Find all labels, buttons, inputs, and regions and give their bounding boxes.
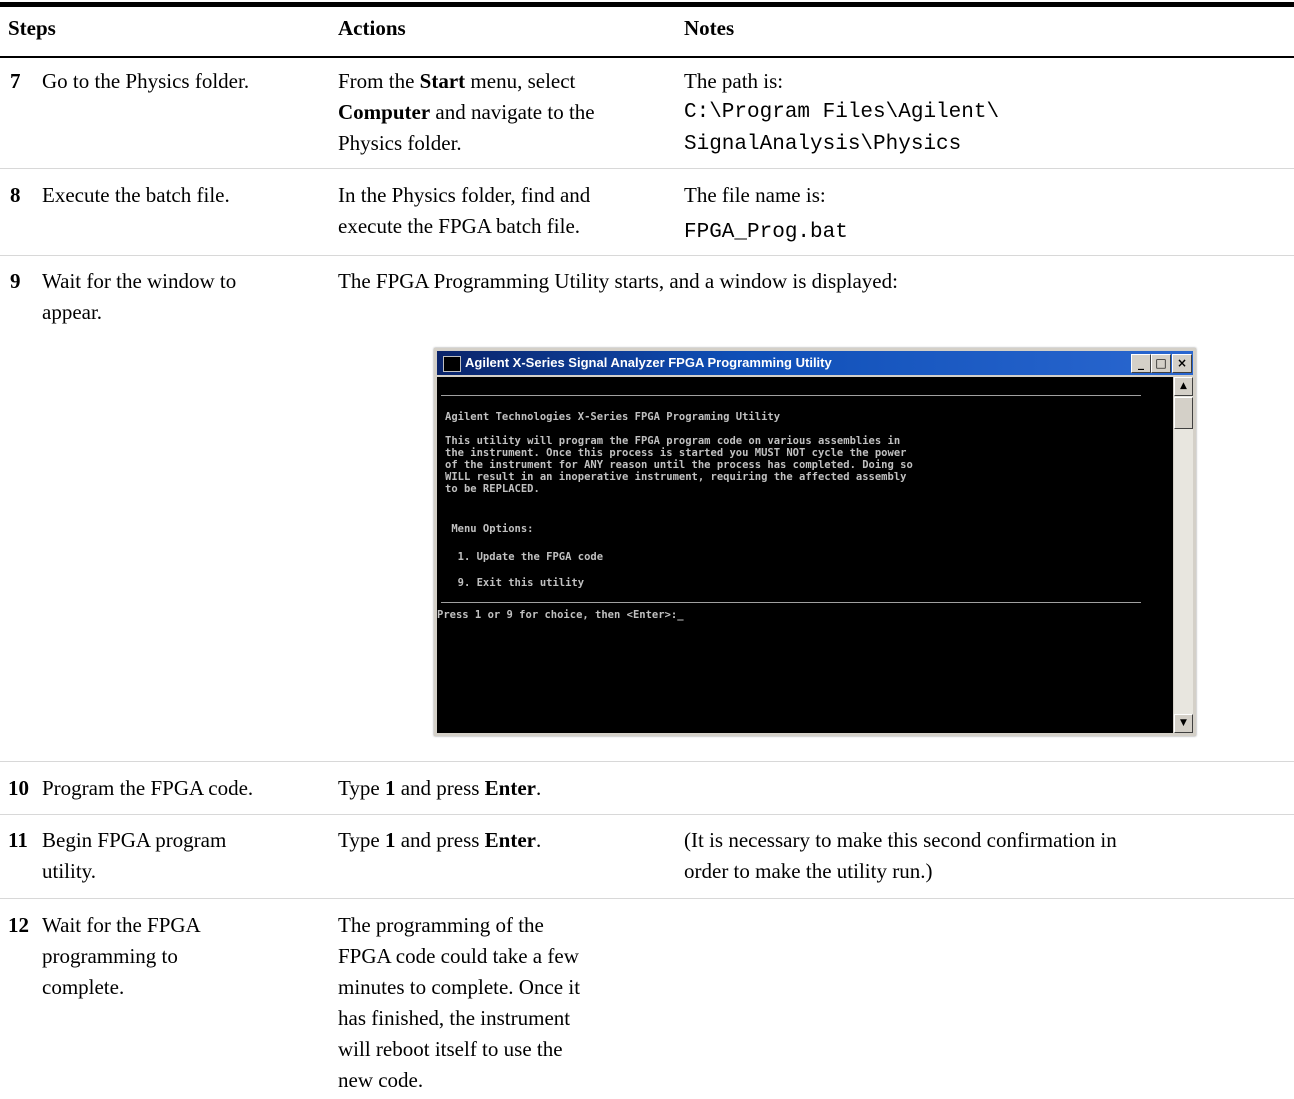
maximize-icon[interactable]: □	[1151, 354, 1171, 373]
scroll-down-icon[interactable]: ▼	[1174, 714, 1193, 733]
scroll-up-icon[interactable]: ▲	[1174, 377, 1193, 396]
action-text: In the Physics folder, find and	[338, 183, 591, 207]
window-titlebar: Agilent X-Series Signal Analyzer FPGA Pr…	[437, 351, 1193, 375]
console-line: Agilent Technologies X-Series FPGA Progr…	[445, 411, 781, 423]
console-line: the instrument. Once this process is sta…	[445, 447, 907, 459]
header-actions: Actions	[338, 16, 406, 40]
action-text: Type 1 and press Enter.	[338, 828, 542, 852]
step-text: Wait for the FPGA	[42, 913, 201, 937]
header-steps: Steps	[8, 16, 56, 40]
console-icon	[443, 356, 461, 372]
console-line: 9. Exit this utility	[445, 577, 585, 589]
scrollbar[interactable]: ▲ ▼	[1174, 377, 1193, 733]
row-divider	[0, 898, 1294, 899]
action-text: has finished, the instrument	[338, 1006, 571, 1030]
console-line: This utility will program the FPGA progr…	[445, 435, 901, 447]
note-text: order to make the utility run.)	[684, 859, 933, 883]
step-number: 9	[10, 269, 21, 293]
header-divider	[0, 56, 1294, 58]
step-number: 7	[10, 69, 21, 93]
window-title: Agilent X-Series Signal Analyzer FPGA Pr…	[465, 355, 832, 370]
action-text: will reboot itself to use the	[338, 1037, 563, 1061]
note-path: SignalAnalysis\Physics	[684, 133, 962, 156]
step-text: utility.	[42, 859, 97, 883]
step-number: 11	[8, 828, 28, 852]
console-rule	[441, 395, 1141, 396]
note-filename: FPGA_Prog.bat	[684, 221, 848, 244]
note-path: C:\Program Files\Agilent\	[684, 101, 1000, 124]
header-notes: Notes	[684, 16, 735, 40]
console-line: of the instrument for ANY reason until t…	[445, 459, 913, 471]
action-text: Computer and navigate to the	[338, 100, 595, 124]
top-rule	[0, 2, 1294, 7]
step-text: Begin FPGA program	[42, 828, 227, 852]
note-text: (It is necessary to make this second con…	[684, 828, 1117, 852]
row-divider	[0, 255, 1294, 256]
step-text: Program the FPGA code.	[42, 776, 254, 800]
step-text: Execute the batch file.	[42, 183, 230, 207]
console-line: to be REPLACED.	[445, 483, 540, 495]
console-line: Menu Options:	[445, 523, 534, 535]
console-rule	[441, 602, 1141, 603]
step-number: 8	[10, 183, 21, 207]
scroll-thumb[interactable]	[1174, 397, 1193, 429]
note-text: The path is:	[684, 69, 784, 93]
action-text: The FPGA Programming Utility starts, and…	[338, 269, 898, 293]
row-divider	[0, 761, 1294, 762]
action-text: execute the FPGA batch file.	[338, 214, 581, 238]
step-text: Wait for the window to	[42, 269, 237, 293]
note-text: The file name is:	[684, 183, 826, 207]
action-text: new code.	[338, 1068, 424, 1092]
console-prompt[interactable]: Press 1 or 9 for choice, then <Enter>:_	[437, 609, 684, 621]
action-text: FPGA code could take a few	[338, 944, 579, 968]
step-text: programming to	[42, 944, 178, 968]
console-output: Agilent Technologies X-Series FPGA Progr…	[437, 377, 1173, 733]
action-text: From the Start menu, select	[338, 69, 576, 93]
action-text: Physics folder.	[338, 131, 462, 155]
console-window: Agilent X-Series Signal Analyzer FPGA Pr…	[434, 348, 1196, 736]
row-divider	[0, 168, 1294, 169]
step-text: appear.	[42, 300, 103, 324]
console-line: WILL result in an inoperative instrument…	[445, 471, 907, 483]
step-text: complete.	[42, 975, 125, 999]
step-number: 12	[8, 913, 29, 937]
step-number: 10	[8, 776, 29, 800]
minimize-icon[interactable]: _	[1131, 354, 1151, 373]
close-icon[interactable]: ×	[1172, 354, 1192, 373]
action-text: The programming of the	[338, 913, 544, 937]
console-line: 1. Update the FPGA code	[445, 551, 604, 563]
action-text: minutes to complete. Once it	[338, 975, 581, 999]
action-text: Type 1 and press Enter.	[338, 776, 542, 800]
row-divider	[0, 814, 1294, 815]
step-text: Go to the Physics folder.	[42, 69, 250, 93]
